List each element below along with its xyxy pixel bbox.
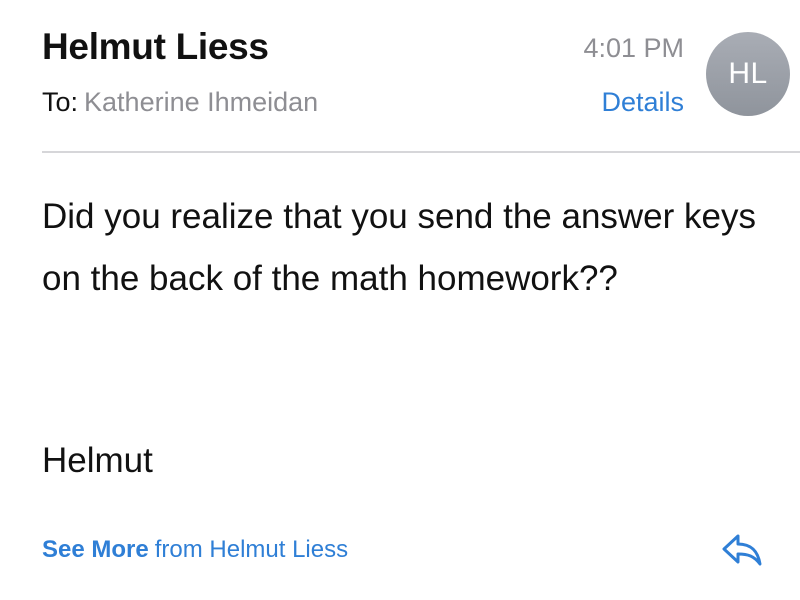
message-signature: Helmut (42, 441, 153, 480)
reply-button[interactable] (720, 530, 764, 570)
sender-avatar[interactable]: HL (706, 32, 790, 116)
email-message-view: Helmut Liess To: Katherine Ihmeidan 4:01 … (0, 0, 800, 600)
see-more-suffix[interactable]: from Helmut Liess (155, 536, 348, 563)
message-body: Did you realize that you send the answer… (42, 197, 756, 298)
message-time: 4:01 PM (583, 33, 684, 63)
header-divider (42, 151, 800, 153)
see-more-label[interactable]: See More (42, 536, 149, 563)
reply-icon (722, 534, 762, 566)
to-label: To: (42, 87, 79, 117)
sender-name[interactable]: Helmut Liess (42, 24, 269, 70)
recipient-name[interactable]: Katherine Ihmeidan (84, 87, 318, 117)
details-link[interactable]: Details (601, 84, 684, 120)
recipient-line: To: Katherine Ihmeidan (42, 84, 318, 120)
see-more-link[interactable]: See More from Helmut Liess (42, 533, 348, 567)
